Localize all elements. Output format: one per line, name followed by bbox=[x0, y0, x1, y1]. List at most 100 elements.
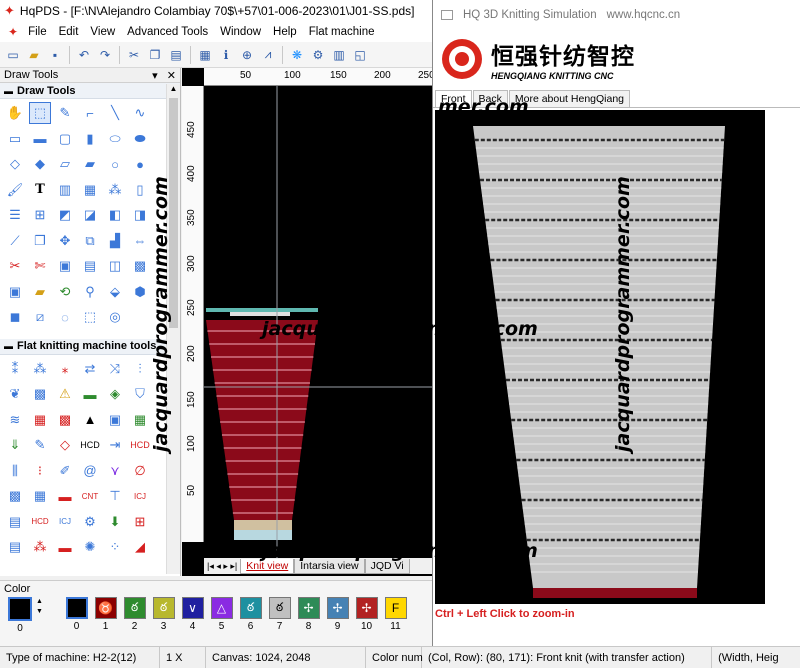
section-draw-tools[interactable]: ▬ Draw Tools bbox=[0, 83, 180, 99]
menu-edit[interactable]: Edit bbox=[53, 26, 85, 38]
vmark-icon[interactable]: ⋎ bbox=[104, 460, 126, 482]
miss-icon[interactable]: ⁎ bbox=[54, 358, 76, 380]
color-swatch-box[interactable]: ఠ bbox=[123, 597, 146, 619]
red-block-icon[interactable]: ▦ bbox=[29, 409, 51, 431]
shape-icon[interactable]: ⩘ bbox=[259, 46, 277, 64]
rack-icon[interactable]: ⤨ bbox=[104, 358, 126, 380]
color-swatch[interactable]: F 11 bbox=[383, 597, 408, 632]
triangle-icon[interactable]: ▲ bbox=[79, 409, 101, 431]
curve-icon[interactable]: ∿ bbox=[129, 102, 151, 124]
menu-view[interactable]: View bbox=[84, 26, 121, 38]
color-swatch[interactable]: ✢ 8 bbox=[296, 597, 321, 632]
stamp-icon[interactable]: ⬢ bbox=[129, 281, 151, 303]
fill4-icon[interactable]: ◨ bbox=[129, 204, 151, 226]
color-swatch[interactable]: ♉ 1 bbox=[93, 597, 118, 632]
photo-icon[interactable]: ▩ bbox=[4, 485, 26, 507]
target-icon[interactable]: ◎ bbox=[104, 306, 126, 328]
needle2-icon[interactable]: ⇥ bbox=[104, 434, 126, 456]
swirl-icon[interactable]: @ bbox=[79, 460, 101, 482]
columns2-icon[interactable]: ⫼ bbox=[4, 460, 26, 482]
zoom-icon[interactable]: ⊕ bbox=[238, 46, 256, 64]
warn-icon[interactable]: ⚠ bbox=[54, 383, 76, 405]
eyedropper-icon[interactable]: ⟋ bbox=[4, 230, 26, 252]
color-swatch[interactable]: △ 5 bbox=[209, 597, 234, 632]
color-swatch-box[interactable]: F bbox=[384, 597, 407, 619]
color-block-icon[interactable]: ▦ bbox=[129, 409, 151, 431]
line-icon[interactable]: ╲ bbox=[104, 102, 126, 124]
color-spinner[interactable]: ▲ ▼ bbox=[36, 597, 46, 617]
bucket-icon[interactable]: ⬙ bbox=[104, 281, 126, 303]
align-icon[interactable]: ☰ bbox=[4, 204, 26, 226]
view-icon[interactable]: ◱ bbox=[351, 46, 369, 64]
yarn2-icon[interactable]: ∅ bbox=[129, 460, 151, 482]
table-icon[interactable]: ▥ bbox=[330, 46, 348, 64]
grid-red-icon[interactable]: ⊞ bbox=[129, 511, 151, 533]
dropdown-icon[interactable]: ▾ bbox=[152, 70, 158, 82]
lines-icon[interactable]: ≋ bbox=[4, 409, 26, 431]
carrier-icon[interactable]: ▩ bbox=[29, 383, 51, 405]
diamond-fill-icon[interactable]: ◆ bbox=[29, 153, 51, 175]
grid-icon[interactable]: ▦ bbox=[196, 46, 214, 64]
down-green-icon[interactable]: ⬇ bbox=[104, 511, 126, 533]
current-color[interactable]: 0 bbox=[6, 597, 34, 634]
color-icon[interactable]: ❋ bbox=[288, 46, 306, 64]
window-icon[interactable]: ◫ bbox=[104, 255, 126, 277]
polyline-icon[interactable]: ⌐ bbox=[79, 102, 101, 124]
current-color-swatch[interactable] bbox=[8, 597, 32, 621]
menu-window[interactable]: Window bbox=[214, 26, 267, 38]
gear2-icon[interactable]: ⚙ bbox=[79, 511, 101, 533]
paste-icon[interactable]: ▤ bbox=[167, 46, 185, 64]
copy-tool-icon[interactable]: ❐ bbox=[29, 230, 51, 252]
film-icon[interactable]: ▩ bbox=[129, 255, 151, 277]
open-icon[interactable]: ▰ bbox=[25, 46, 43, 64]
fill2-icon[interactable]: ◪ bbox=[79, 204, 101, 226]
color-swatch-box[interactable]: ఠ bbox=[152, 597, 175, 619]
ellipse-fill-icon[interactable]: ⬬ bbox=[129, 128, 151, 150]
undo-icon[interactable]: ↶ bbox=[75, 46, 93, 64]
color-swatch-box[interactable]: ♉ bbox=[94, 597, 117, 619]
blade-icon[interactable]: ⧄ bbox=[29, 306, 51, 328]
color-swatch-box[interactable]: ∨ bbox=[181, 597, 204, 619]
bar-red-icon[interactable]: ▬ bbox=[54, 485, 76, 507]
select-rect-icon[interactable]: ⬚ bbox=[29, 102, 51, 124]
magnifier-icon[interactable]: ⚲ bbox=[79, 281, 101, 303]
cut2-icon[interactable]: ✄ bbox=[29, 255, 51, 277]
mirror-icon[interactable]: ⇔ bbox=[129, 230, 151, 252]
parallelogram-fill-icon[interactable]: ▰ bbox=[79, 153, 101, 175]
burst-icon[interactable]: ✺ bbox=[79, 536, 101, 558]
icj-icon[interactable]: ICJ bbox=[129, 485, 151, 507]
cn-icon[interactable]: CNT bbox=[79, 485, 101, 507]
marquee-icon[interactable]: ⬚ bbox=[79, 306, 101, 328]
tuck-icon[interactable]: ⁂ bbox=[29, 358, 51, 380]
move-icon[interactable]: ✥ bbox=[54, 230, 76, 252]
round-rect-icon[interactable]: ▢ bbox=[54, 128, 76, 150]
repeat-icon[interactable]: ⧉ bbox=[79, 230, 101, 252]
brush-icon[interactable]: 🖌 bbox=[4, 179, 26, 201]
icj2-icon[interactable]: ICJ bbox=[54, 511, 76, 533]
pen2-icon[interactable]: ✐ bbox=[54, 460, 76, 482]
down-arrow-icon[interactable]: ⇓ bbox=[4, 434, 26, 456]
color-swatch[interactable]: ∨ 4 bbox=[180, 597, 205, 632]
wedge-icon[interactable]: ◢ bbox=[129, 536, 151, 558]
color-swatch[interactable]: ఠ6 bbox=[238, 597, 263, 632]
cut-tool-icon[interactable]: ✂ bbox=[4, 255, 26, 277]
bubble-icon[interactable]: ⁂ bbox=[29, 536, 51, 558]
menu-app-icon[interactable]: ✦ bbox=[4, 25, 22, 39]
diamond-tool-icon[interactable]: ◇ bbox=[54, 434, 76, 456]
color-swatch[interactable]: ✢ 9 bbox=[325, 597, 350, 632]
tab-nav-icons[interactable]: |◂ ◂ ▸ ▸| bbox=[204, 561, 240, 572]
cut-icon[interactable]: ✂ bbox=[125, 46, 143, 64]
pencil-icon[interactable]: ✎ bbox=[54, 102, 76, 124]
color-swatch[interactable]: ఠ3 bbox=[151, 597, 176, 632]
lasso-icon[interactable]: ◌ bbox=[54, 306, 76, 328]
ellipse-icon[interactable]: ⬭ bbox=[104, 128, 126, 150]
fill-icon[interactable]: ◩ bbox=[54, 204, 76, 226]
menu-file[interactable]: File bbox=[22, 26, 53, 38]
hcd-icon[interactable]: HCD bbox=[129, 434, 151, 456]
list-icon[interactable]: ▤ bbox=[4, 511, 26, 533]
rect-outline-icon[interactable]: ▭ bbox=[4, 128, 26, 150]
color-swatch-box[interactable]: △ bbox=[210, 597, 233, 619]
copy-icon[interactable]: ❐ bbox=[146, 46, 164, 64]
redo-icon[interactable]: ↷ bbox=[96, 46, 114, 64]
color-swatch[interactable]: 0 bbox=[64, 597, 89, 632]
